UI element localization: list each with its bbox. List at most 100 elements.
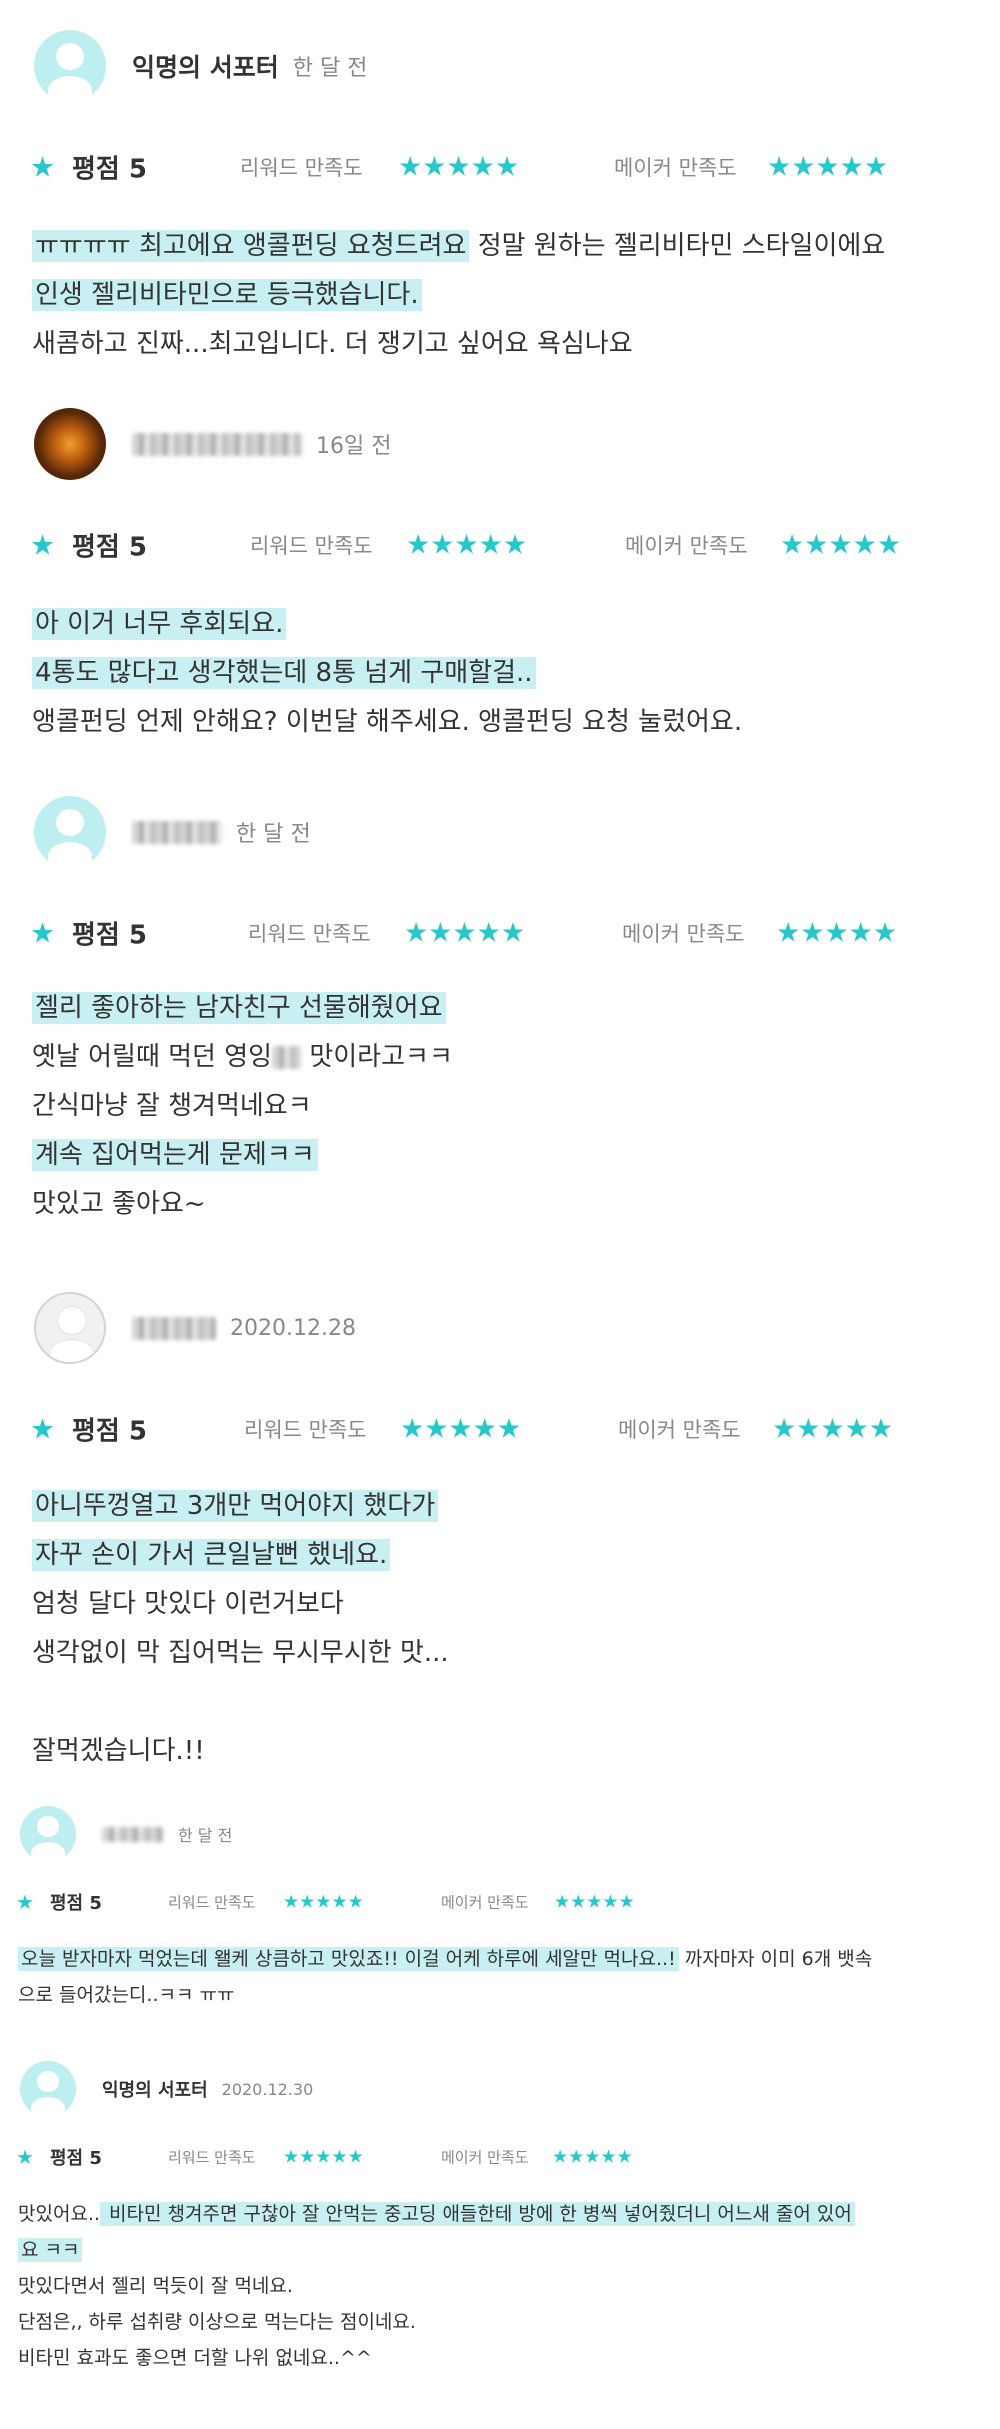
review-text: 비타민 효과도 좋으면 더할 나위 없네요..^^ — [18, 2347, 372, 2369]
review-line: 으로 들어갔는디..ㅋㅋ ㅠㅠ — [18, 1981, 234, 2010]
highlighted-text: 아니뚜껑열고 3개만 먹어야지 했다가 — [32, 1490, 439, 1522]
highlighted-text: 요 ㅋㅋ — [18, 2238, 83, 2262]
reward-stars: ★★★★★ — [404, 917, 526, 949]
score-label: 평점 5 — [72, 154, 147, 185]
rating-row: ★ 평점 5 리워드 만족도 ★★★★★ 메이커 만족도 ★★★★★ — [30, 1412, 990, 1447]
review-item: 한 달 전 ★ 평점 5 리워드 만족도 ★★★★★ 메이커 만족도 ★★★★★ 젤리 좋아하… — [0, 796, 1000, 1245]
star-icon: ★ — [16, 1890, 34, 1914]
reward-stars: ★★★★★ — [398, 151, 520, 183]
review-text: 앵콜펀딩 언제 안해요? 이번달 해주세요. 앵콜펀딩 요청 눌렀어요. — [32, 707, 743, 737]
avatar-head-shape — [58, 1306, 86, 1335]
review-header: 익명의 서포터 한 달 전 — [34, 30, 367, 102]
maker-stars: ★★★★★ — [554, 1891, 635, 1913]
review-item: 익명의 서포터 2020.12.30 ★ 평점 5 리워드 만족도 ★★★★★ 메이커 만족… — [0, 2061, 1000, 2390]
highlighted-text: 아 이거 너무 후회되요. — [32, 608, 287, 640]
review-line: 간식마냥 잘 챙겨먹네요ㅋ — [32, 1088, 312, 1124]
review-header: 2020.12.28 — [34, 1292, 356, 1364]
star-icon: ★ — [30, 916, 56, 950]
highlighted-text: 4통도 많다고 생각했는데 8통 넘게 구매할걸.. — [32, 657, 536, 689]
star-icon: ★ — [16, 2145, 34, 2169]
score-label: 평점 5 — [50, 2148, 102, 2169]
review-line: 생각없이 막 집어먹는 무시무시한 맛... — [32, 1635, 449, 1671]
review-date: 한 달 전 — [292, 56, 368, 81]
default-avatar-icon — [20, 2061, 76, 2117]
avatar-head-shape — [56, 808, 84, 837]
avatar-body-shape — [47, 76, 93, 102]
rating-row: ★ 평점 5 리워드 만족도 ★★★★★ 메이커 만족도 ★★★★★ — [16, 1889, 976, 1915]
rating-row: ★ 평점 5 리워드 만족도 ★★★★★ 메이커 만족도 ★★★★★ — [30, 916, 990, 951]
review-item: 한 달 전 ★ 평점 5 리워드 만족도 ★★★★★ 메이커 만족도 ★★★★★ 오늘 받자마… — [0, 1806, 1000, 2027]
star-icon: ★ — [30, 528, 56, 562]
star-icon: ★ — [30, 1412, 56, 1446]
default-avatar-icon — [34, 796, 106, 868]
review-line: 맛있어요.. 비타민 챙겨주면 구찮아 잘 안먹는 중고딩 애들한테 방에 한 … — [18, 2200, 855, 2229]
maker-stars: ★★★★★ — [552, 2146, 633, 2168]
highlighted-text: 인생 젤리비타민으로 등극했습니다. — [32, 279, 422, 311]
review-date: 한 달 전 — [236, 822, 311, 847]
review-line: 자꾸 손이 가서 큰일날뻔 했네요. — [32, 1537, 391, 1573]
maker-stars: ★★★★★ — [776, 917, 898, 949]
avatar-body-shape — [47, 842, 93, 868]
review-item: 16일 전 ★ 평점 5 리워드 만족도 ★★★★★ 메이커 만족도 ★★★★★ 아 이거 너… — [0, 408, 1000, 763]
reward-satisfaction-label: 리워드 만족도 — [168, 2148, 256, 2167]
score-label: 평점 5 — [72, 1416, 147, 1447]
review-line: 엄청 달다 맛있다 이런거보다 — [32, 1586, 344, 1622]
review-text: 엄청 달다 맛있다 이런거보다 — [32, 1589, 344, 1619]
review-text: 간식마냥 잘 챙겨먹네요ㅋ — [32, 1091, 312, 1121]
review-line: 맛있고 좋아요~ — [32, 1186, 206, 1222]
avatar-head-shape — [37, 1816, 59, 1838]
avatar-photo — [34, 408, 106, 480]
reward-stars: ★★★★★ — [406, 529, 528, 561]
author-name-blurred — [132, 432, 302, 456]
score-label: 평점 5 — [72, 920, 147, 951]
review-header: 한 달 전 — [34, 796, 311, 868]
maker-satisfaction-label: 메이커 만족도 — [618, 1418, 741, 1442]
review-line: 요 ㅋㅋ — [18, 2236, 83, 2265]
review-item: 익명의 서포터 한 달 전 ★ 평점 5 리워드 만족도 ★★★★★ 메이커 만족도 ★★★★… — [0, 30, 1000, 385]
review-line: 인생 젤리비타민으로 등극했습니다. — [32, 277, 422, 313]
reward-satisfaction-label: 리워드 만족도 — [244, 1418, 367, 1442]
review-text: 새콤하고 진짜...최고입니다. 더 쟁기고 싶어요 욕심나요 — [32, 329, 633, 359]
maker-satisfaction-label: 메이커 만족도 — [622, 922, 745, 946]
rating-row: ★ 평점 5 리워드 만족도 ★★★★★ 메이커 만족도 ★★★★★ — [30, 528, 990, 563]
highlighted-text: 젤리 좋아하는 남자친구 선물해줬어요 — [32, 992, 446, 1024]
review-date: 2020.12.28 — [230, 1315, 356, 1341]
highlighted-text: 자꾸 손이 가서 큰일날뻔 했네요. — [32, 1539, 391, 1571]
review-text: 옛날 어릴때 먹던 영잉 — [32, 1042, 273, 1072]
rating-row: ★ 평점 5 리워드 만족도 ★★★★★ 메이커 만족도 ★★★★★ — [30, 150, 990, 185]
review-text: 으로 들어갔는디..ㅋㅋ ㅠㅠ — [18, 1984, 235, 2006]
review-text: 단점은,, 하루 섭취량 이상으로 먹는다는 점이네요. — [18, 2311, 416, 2333]
reward-stars: ★★★★★ — [400, 1413, 522, 1445]
review-line: 계속 집어먹는게 문제ㅋㅋ — [32, 1137, 318, 1173]
author-name-blurred — [102, 1826, 164, 1842]
star-icon: ★ — [30, 150, 56, 184]
maker-satisfaction-label: 메이커 만족도 — [625, 534, 748, 558]
review-line: 아니뚜껑열고 3개만 먹어야지 했다가 — [32, 1488, 439, 1524]
review-text: 맛있어요.. — [18, 2203, 100, 2225]
avatar-head-shape — [37, 2071, 59, 2093]
author-name[interactable]: 익명의 서포터 — [102, 2076, 208, 2102]
avatar-body-shape — [30, 2096, 66, 2117]
default-avatar-icon — [20, 1806, 76, 1862]
avatar-body-shape — [49, 1340, 95, 1362]
review-item: 2020.12.28 ★ 평점 5 리워드 만족도 ★★★★★ 메이커 만족도 ★★★★★ 아… — [0, 1292, 1000, 1792]
review-line: 앵콜펀딩 언제 안해요? 이번달 해주세요. 앵콜펀딩 요청 눌렀어요. — [32, 704, 742, 740]
review-line: 새콤하고 진짜...최고입니다. 더 쟁기고 싶어요 욕심나요 — [32, 326, 633, 362]
author-name-blurred — [132, 1316, 216, 1340]
maker-satisfaction-label: 메이커 만족도 — [441, 2148, 529, 2167]
default-avatar-icon — [34, 1292, 106, 1364]
author-name-blurred — [132, 820, 222, 844]
review-text: 생각없이 막 집어먹는 무시무시한 맛... — [32, 1638, 449, 1668]
avatar-head-shape — [56, 42, 84, 71]
review-date: 한 달 전 — [178, 1826, 233, 1845]
review-text: 맛있다면서 젤리 먹듯이 잘 먹네요. — [18, 2275, 293, 2297]
review-line: 오늘 받자마자 먹었는데 왤케 상큼하고 맛있죠!! 이걸 어케 하루에 세알만… — [18, 1945, 872, 1974]
author-name[interactable]: 익명의 서포터 — [132, 48, 279, 84]
review-line: 옛날 어릴때 먹던 영잉 맛이라고ㅋㅋ — [32, 1039, 453, 1075]
review-line: 4통도 많다고 생각했는데 8통 넘게 구매할걸.. — [32, 655, 536, 691]
blurred-text — [272, 1046, 302, 1069]
maker-stars: ★★★★★ — [780, 529, 902, 561]
reward-satisfaction-label: 리워드 만족도 — [240, 156, 363, 180]
highlighted-text: 오늘 받자마자 먹었는데 왤케 상큼하고 맛있죠!! 이걸 어케 하루에 세알만… — [18, 1947, 679, 1971]
review-header: 한 달 전 — [20, 1806, 232, 1862]
